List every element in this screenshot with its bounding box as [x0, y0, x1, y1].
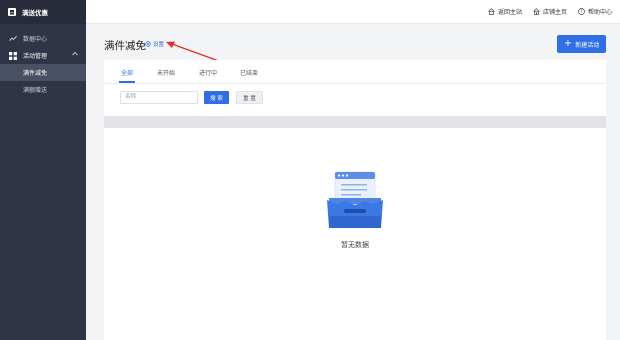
help-center-link[interactable]: ? 帮助中心 — [578, 7, 612, 16]
grid-icon — [9, 51, 17, 60]
tab-not-started[interactable]: 未开始 — [157, 68, 175, 77]
store-icon — [533, 8, 540, 15]
top-link-label: 店铺主页 — [542, 9, 567, 16]
name-search-input[interactable]: 名称 — [120, 91, 198, 104]
top-bar: 返回主站 店铺主页 ? 帮助中心 — [86, 0, 620, 24]
brand: 满送优惠 — [0, 0, 86, 24]
sidebar-item-label: 活动管理 — [23, 53, 48, 60]
home-icon — [488, 8, 495, 15]
help-icon: ? — [578, 8, 585, 15]
top-link-label: 帮助中心 — [587, 9, 612, 16]
table-header — [104, 116, 606, 128]
new-activity-button[interactable]: + 新建活动 — [557, 35, 606, 53]
page-title: 满件减免 — [104, 40, 146, 52]
top-link-label: 返回主站 — [497, 9, 522, 16]
empty-box-icon — [327, 171, 383, 228]
new-activity-label: 新建活动 — [575, 41, 600, 49]
gear-icon — [145, 41, 151, 47]
tab-in-progress[interactable]: 进行中 — [199, 68, 217, 77]
plus-icon: + — [563, 38, 573, 49]
sidebar-subitem-label: 满额赠送 — [23, 87, 48, 94]
chevron-up-icon[interactable] — [72, 51, 78, 58]
empty-state-text: 暂无数据 — [341, 241, 369, 249]
active-tab-indicator — [119, 81, 135, 83]
tab-ended[interactable]: 已结束 — [240, 68, 258, 77]
tab-all[interactable]: 全部 — [121, 68, 133, 77]
app-logo-icon — [8, 8, 16, 16]
shop-home-link[interactable]: 店铺主页 — [533, 7, 567, 16]
sidebar-subitem-full-piece-discount[interactable]: 满件减免 — [0, 64, 86, 81]
sidebar-item-activity-management[interactable]: 活动管理 — [0, 47, 86, 64]
sidebar-item-label: 数据中心 — [23, 36, 48, 43]
sidebar-item-data-center[interactable]: 数据中心 — [0, 30, 86, 47]
back-to-main-site-link[interactable]: 返回主站 — [488, 7, 522, 16]
brand-name: 满送优惠 — [22, 9, 48, 17]
sidebar-subitem-full-amount-gift[interactable]: 满额赠送 — [0, 81, 86, 98]
reset-button[interactable]: 重 置 — [236, 91, 263, 104]
status-tabs: 全部 未开始 进行中 已结束 — [104, 60, 606, 84]
sidebar: 满送优惠 数据中心 活动管理 满件减免 满额赠送 — [0, 0, 86, 340]
empty-state: 暂无数据 — [104, 170, 606, 250]
activity-list-card: 全部 未开始 进行中 已结束 名称 搜 索 重 置 暂无数据 — [104, 60, 606, 340]
sidebar-subitem-label: 满件减免 — [23, 70, 48, 77]
trend-chart-icon — [9, 35, 17, 43]
search-button[interactable]: 搜 索 — [204, 91, 229, 104]
